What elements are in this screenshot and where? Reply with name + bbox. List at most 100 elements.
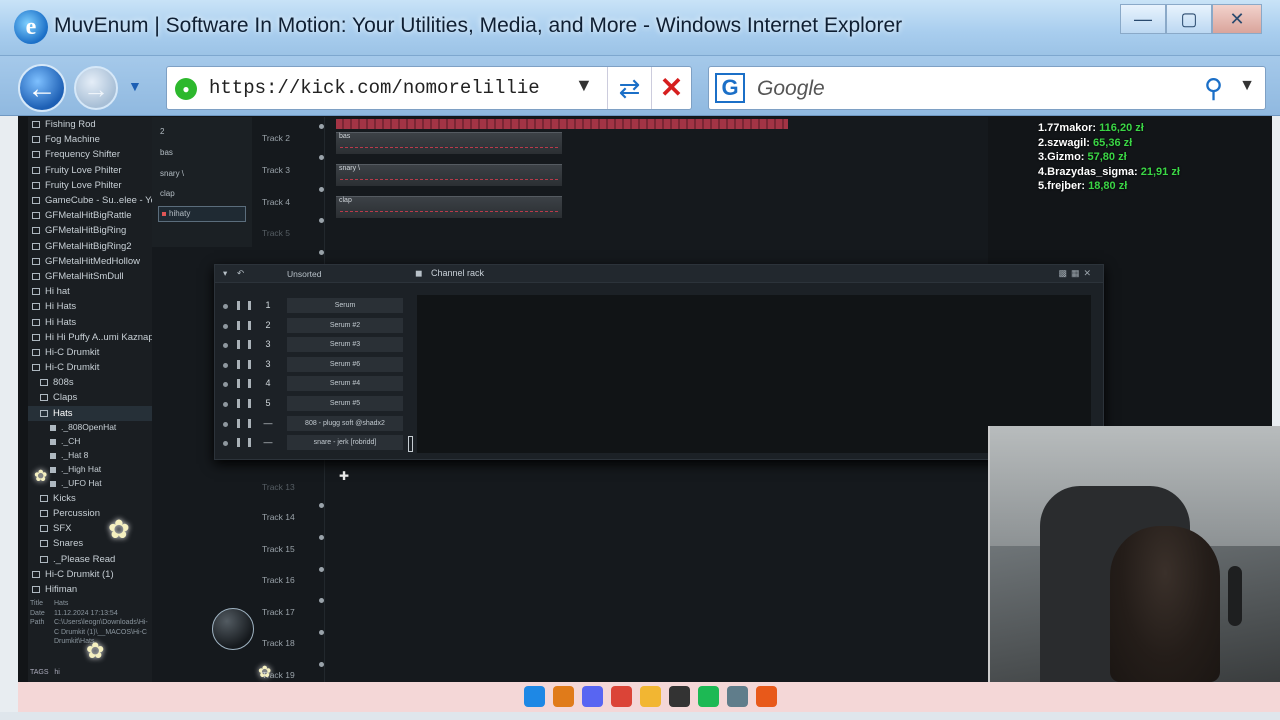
channel-mixer-track[interactable]: — <box>263 418 273 428</box>
browser-item[interactable]: SFX <box>28 521 152 536</box>
channel-mixer-track[interactable]: 3 <box>263 339 273 349</box>
browser-item[interactable]: Fishing Rod <box>28 117 152 132</box>
browser-item[interactable]: Hi-C Drumkit <box>28 360 152 375</box>
browser-item[interactable]: Snares <box>28 536 152 551</box>
channel-mute-led[interactable] <box>223 382 228 388</box>
channel-mixer-track[interactable]: 4 <box>263 378 273 388</box>
browser-item[interactable]: Frequency Shifter <box>28 147 152 162</box>
forward-button[interactable]: → <box>74 66 118 110</box>
playlist-clip[interactable]: bas <box>336 132 562 154</box>
browser-item[interactable]: ._Hat 8 <box>28 449 152 463</box>
minimize-button[interactable]: — <box>1120 4 1166 34</box>
channel-volume-knob[interactable] <box>248 320 251 330</box>
track-mute-dot[interactable] <box>319 567 324 572</box>
channel-pan-knob[interactable] <box>237 320 240 330</box>
channel-row[interactable]: 3 Serum #6 <box>215 356 415 374</box>
browser-item[interactable]: Fruity Love Philter <box>28 178 152 193</box>
search-box[interactable]: G Google ⚲ ▼ <box>708 66 1266 110</box>
channel-mixer-track[interactable]: 1 <box>263 300 273 310</box>
track-mute-dot[interactable] <box>319 662 324 667</box>
pattern-item-selected[interactable]: hihaty <box>158 206 246 222</box>
browser-item[interactable]: GFMetalHitSmDull <box>28 269 152 284</box>
playlist-clip[interactable]: snary \ <box>336 164 562 186</box>
track-mute-dot[interactable] <box>319 503 324 508</box>
browser-item[interactable]: Hi Hats <box>28 314 152 329</box>
channel-volume-knob[interactable] <box>248 340 251 350</box>
windows-start-icon[interactable] <box>524 686 545 707</box>
pattern-item[interactable]: bas <box>160 148 173 157</box>
channel-rack-header[interactable]: ▾ ↶ Unsorted ◼ Channel rack ▩▦✕ <box>215 265 1103 283</box>
browser-item[interactable]: ._CH <box>28 435 152 449</box>
browser-item[interactable]: Hi-C Drumkit (1) <box>28 567 152 582</box>
channel-mute-led[interactable] <box>223 323 228 329</box>
playlist-clip-top[interactable] <box>336 119 788 129</box>
channel-mixer-track[interactable]: 2 <box>263 320 273 330</box>
track-mute-dot[interactable] <box>319 187 324 192</box>
channel-volume-knob[interactable] <box>248 301 251 310</box>
channel-name-button[interactable]: Serum #2 <box>287 317 403 333</box>
search-input[interactable]: Google <box>757 77 825 101</box>
pattern-item[interactable]: snary \ <box>160 169 184 178</box>
browser-item[interactable]: Kicks <box>28 491 152 506</box>
search-dropdown-icon[interactable]: ▼ <box>1239 77 1255 95</box>
channel-name-button[interactable]: Serum #4 <box>287 376 403 392</box>
browser-tags[interactable]: TAGS hi <box>30 669 60 676</box>
track-mute-dot[interactable] <box>319 598 324 603</box>
track-mute-dot[interactable] <box>319 535 324 540</box>
track-mute-dot[interactable] <box>319 630 324 635</box>
channel-volume-knob[interactable] <box>248 379 251 389</box>
channel-pan-knob[interactable] <box>237 399 240 408</box>
channel-pan-knob[interactable] <box>237 340 240 350</box>
channel-name-button[interactable]: snare - jerk [robridd] <box>287 435 403 451</box>
channel-row[interactable]: — snare - jerk [robridd] <box>215 434 415 452</box>
back-button[interactable]: ← <box>18 64 66 112</box>
channel-pan-knob[interactable] <box>237 359 240 369</box>
channel-mute-led[interactable] <box>223 421 228 427</box>
browser-item[interactable]: ._808OpenHat <box>28 421 152 435</box>
channel-name-button[interactable]: Serum #3 <box>287 337 403 353</box>
track-mute-dot[interactable] <box>319 250 324 255</box>
channel-pan-knob[interactable] <box>237 379 240 389</box>
browser-item[interactable]: Hi Hats <box>28 299 152 314</box>
channel-mute-led[interactable] <box>223 402 228 407</box>
channel-name-button[interactable]: Serum <box>287 298 403 313</box>
file-explorer-icon[interactable] <box>640 686 661 707</box>
discord-icon[interactable] <box>582 686 603 707</box>
browser-item[interactable]: Hi hat <box>28 284 152 299</box>
track-mute-dot[interactable] <box>319 155 324 160</box>
address-input[interactable]: https://kick.com/nomorelillie <box>209 77 549 99</box>
channel-row[interactable]: 2 Serum #2 <box>215 317 415 335</box>
calculator-icon[interactable] <box>727 686 748 707</box>
channel-row[interactable]: 4 Serum #4 <box>215 375 415 393</box>
browser-item[interactable]: Hats <box>28 405 152 421</box>
maximize-button[interactable]: ▢ <box>1166 4 1212 34</box>
refresh-icon[interactable]: ⇄ <box>607 67 651 109</box>
channel-volume-knob[interactable] <box>248 399 251 408</box>
channel-mute-led[interactable] <box>223 343 228 349</box>
browser-item[interactable]: GFMetalHitMedHollow <box>28 254 152 269</box>
track-mute-dot[interactable] <box>319 218 324 223</box>
search-icon[interactable]: ⚲ <box>1204 73 1223 104</box>
fl-studio-icon[interactable] <box>756 686 777 707</box>
playlist-clip[interactable]: clap <box>336 196 562 218</box>
browser-item[interactable]: Claps <box>28 390 152 405</box>
browser-item[interactable]: GFMetalHitBigRing2 <box>28 239 152 254</box>
channel-mixer-track[interactable]: — <box>263 437 273 447</box>
browser-item[interactable]: GFMetalHitBigRing <box>28 223 152 238</box>
pattern-item[interactable]: 2 <box>160 127 164 136</box>
browser-item[interactable]: Hi-C Drumkit <box>28 345 152 360</box>
fl-browser-panel[interactable]: Fishing Rod Fog Machine Frequency Shifter F… <box>28 117 152 682</box>
address-bar[interactable]: ● https://kick.com/nomorelillie ▼ ⇄ ✕ <box>166 66 692 110</box>
channel-pan-knob[interactable] <box>237 418 240 428</box>
channel-pan-knob[interactable] <box>237 438 240 448</box>
channel-volume-knob[interactable] <box>248 438 251 448</box>
browser-item[interactable]: Hifiman <box>28 582 152 597</box>
recent-pages-dropdown-icon[interactable]: ▼ <box>128 78 142 94</box>
rack-sort-dropdown[interactable]: Unsorted <box>287 269 322 279</box>
channel-pan-knob[interactable] <box>237 301 240 310</box>
channel-mixer-track[interactable]: 3 <box>263 359 273 369</box>
browser-item[interactable]: GameCube - Su..elee - Yoshi <box>28 193 152 208</box>
browser-icon[interactable] <box>553 686 574 707</box>
channel-mute-led[interactable] <box>223 441 228 447</box>
rack-window-icons[interactable]: ▩▦✕ <box>1058 268 1095 279</box>
